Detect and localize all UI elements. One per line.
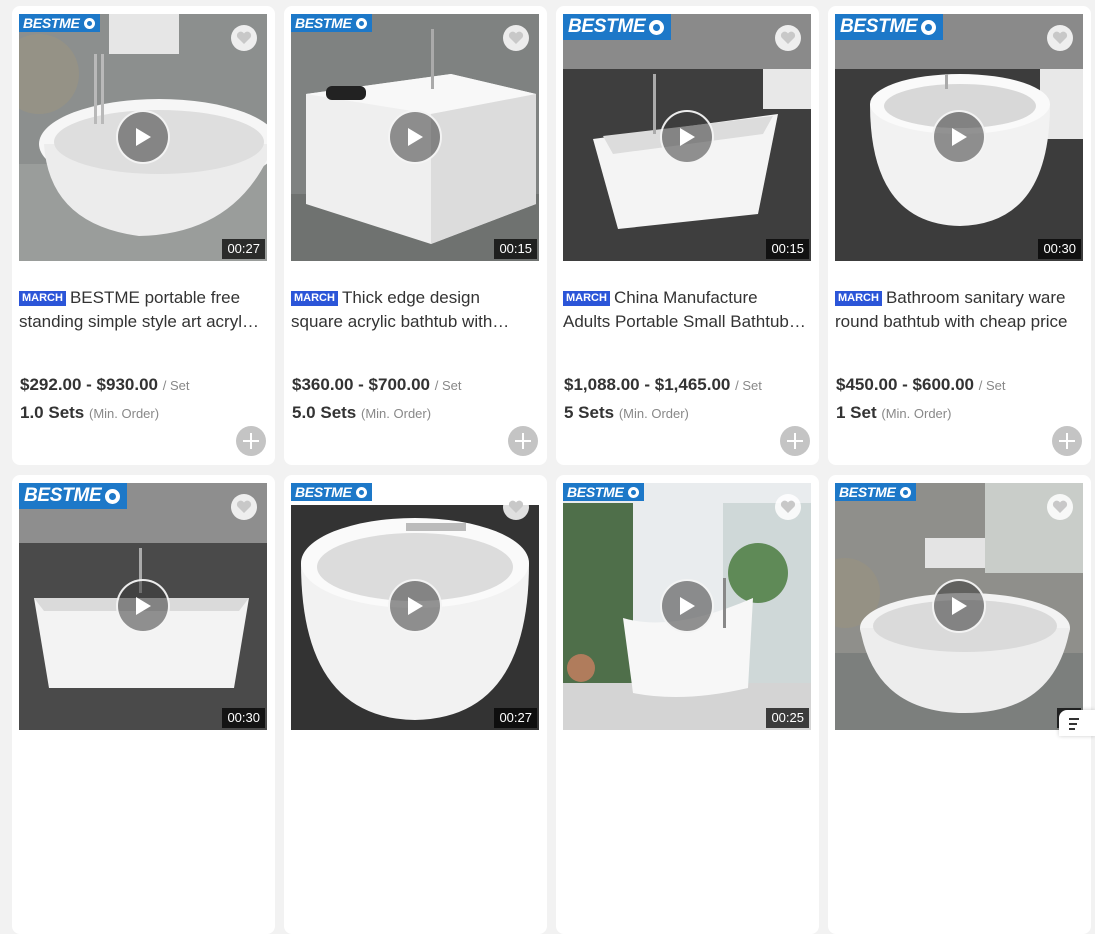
logo-circle-icon [105, 488, 121, 504]
title-line1: BESTME portable free [69, 288, 241, 307]
logo-circle-icon [899, 486, 911, 498]
add-plus-icon[interactable] [236, 426, 266, 456]
video-duration: 00:30 [1038, 239, 1081, 259]
brand-logo: BESTME [835, 14, 944, 40]
min-order: 5 Sets (Min. Order) [564, 403, 689, 422]
title-line2: Adults Portable Small Bathtub… [563, 312, 806, 331]
product-grid: BESTME 00:27 MARCH BESTME portable free st… [12, 6, 1092, 934]
brand-logo: BESTME [563, 14, 672, 40]
play-icon[interactable] [660, 110, 714, 164]
favorite-heart-icon[interactable] [503, 25, 529, 51]
title-line1: China Manufacture [613, 288, 758, 307]
march-badge: MARCH [563, 291, 610, 306]
product-card[interactable]: BESTME 00:27 [284, 475, 547, 934]
logo-circle-icon [921, 19, 937, 35]
play-icon[interactable] [660, 579, 714, 633]
video-duration: 00:27 [494, 708, 537, 728]
product-card[interactable]: BESTME 00 [828, 475, 1091, 934]
min-order: 1 Set (Min. Order) [836, 403, 952, 422]
min-order: 1.0 Sets (Min. Order) [20, 403, 160, 422]
favorite-heart-icon[interactable] [231, 25, 257, 51]
add-plus-icon[interactable] [1052, 426, 1082, 456]
play-icon[interactable] [388, 110, 442, 164]
product-title[interactable]: MARCH Bathroom sanitary ware round bathtub… [835, 286, 1085, 334]
product-title[interactable]: MARCH Thick edge design square acrylic bat… [291, 286, 541, 334]
price-range: $450.00 - $600.00 / Set [836, 375, 1006, 394]
logo-circle-icon [355, 17, 367, 29]
favorite-heart-icon[interactable] [775, 25, 801, 51]
brand-logo: BESTME [835, 483, 916, 501]
product-video-thumbnail[interactable]: BESTME 00:27 [291, 483, 539, 730]
product-card[interactable]: BESTME 00:30 MARCH Bathroom sanitary ware… [828, 6, 1091, 465]
title-line2: standing simple style art acryl… [19, 312, 259, 331]
title-line1: Bathroom sanitary ware [885, 288, 1066, 307]
brand-logo: BESTME [19, 483, 128, 509]
play-icon[interactable] [116, 110, 170, 164]
title-line1: Thick edge design [341, 288, 480, 307]
product-card[interactable]: BESTME 00:30 [12, 475, 275, 934]
logo-circle-icon [83, 17, 95, 29]
min-order: 5.0 Sets (Min. Order) [292, 403, 432, 422]
brand-logo: BESTME [291, 483, 372, 501]
march-badge: MARCH [835, 291, 882, 306]
favorite-heart-icon[interactable] [1047, 494, 1073, 520]
add-plus-icon[interactable] [780, 426, 810, 456]
title-line2: square acrylic bathtub with… [291, 312, 510, 331]
video-duration: 00:15 [766, 239, 809, 259]
brand-logo: BESTME [19, 14, 100, 32]
price-range: $360.00 - $700.00 / Set [292, 375, 462, 394]
list-icon [1069, 718, 1079, 730]
logo-circle-icon [649, 19, 665, 35]
product-video-thumbnail[interactable]: BESTME 00:30 [835, 14, 1083, 261]
feedback-widget[interactable] [1059, 710, 1095, 736]
product-video-thumbnail[interactable]: BESTME 00:27 [19, 14, 267, 261]
play-icon[interactable] [932, 579, 986, 633]
product-card[interactable]: BESTME 00:15 MARCH China Manufacture Adult… [556, 6, 819, 465]
video-duration: 00:30 [222, 708, 265, 728]
brand-logo: BESTME [563, 483, 644, 501]
product-card[interactable]: BESTME 00:15 MARCH Thick edge design squar… [284, 6, 547, 465]
march-badge: MARCH [19, 291, 66, 306]
add-plus-icon[interactable] [508, 426, 538, 456]
product-video-thumbnail[interactable]: BESTME 00 [835, 483, 1083, 730]
logo-circle-icon [355, 486, 367, 498]
brand-logo: BESTME [291, 14, 372, 32]
play-icon[interactable] [116, 579, 170, 633]
product-title[interactable]: MARCH BESTME portable free standing simple… [19, 286, 269, 334]
product-video-thumbnail[interactable]: BESTME 00:15 [291, 14, 539, 261]
march-badge: MARCH [291, 291, 338, 306]
title-line2: round bathtub with cheap price [835, 312, 1068, 331]
product-card[interactable]: BESTME 00:27 MARCH BESTME portable free st… [12, 6, 275, 465]
favorite-heart-icon[interactable] [231, 494, 257, 520]
favorite-heart-icon[interactable] [503, 494, 529, 520]
product-title[interactable]: MARCH China Manufacture Adults Portable Sm… [563, 286, 813, 334]
logo-circle-icon [627, 486, 639, 498]
video-duration: 00:25 [766, 708, 809, 728]
price-range: $292.00 - $930.00 / Set [20, 375, 190, 394]
product-video-thumbnail[interactable]: BESTME 00:30 [19, 483, 267, 730]
favorite-heart-icon[interactable] [1047, 25, 1073, 51]
video-duration: 00:27 [222, 239, 265, 259]
product-video-thumbnail[interactable]: BESTME 00:15 [563, 14, 811, 261]
video-duration: 00:15 [494, 239, 537, 259]
favorite-heart-icon[interactable] [775, 494, 801, 520]
play-icon[interactable] [388, 579, 442, 633]
product-video-thumbnail[interactable]: BESTME 00:25 [563, 483, 811, 730]
price-range: $1,088.00 - $1,465.00 / Set [564, 375, 762, 394]
product-card[interactable]: BESTME 00:25 [556, 475, 819, 934]
play-icon[interactable] [932, 110, 986, 164]
